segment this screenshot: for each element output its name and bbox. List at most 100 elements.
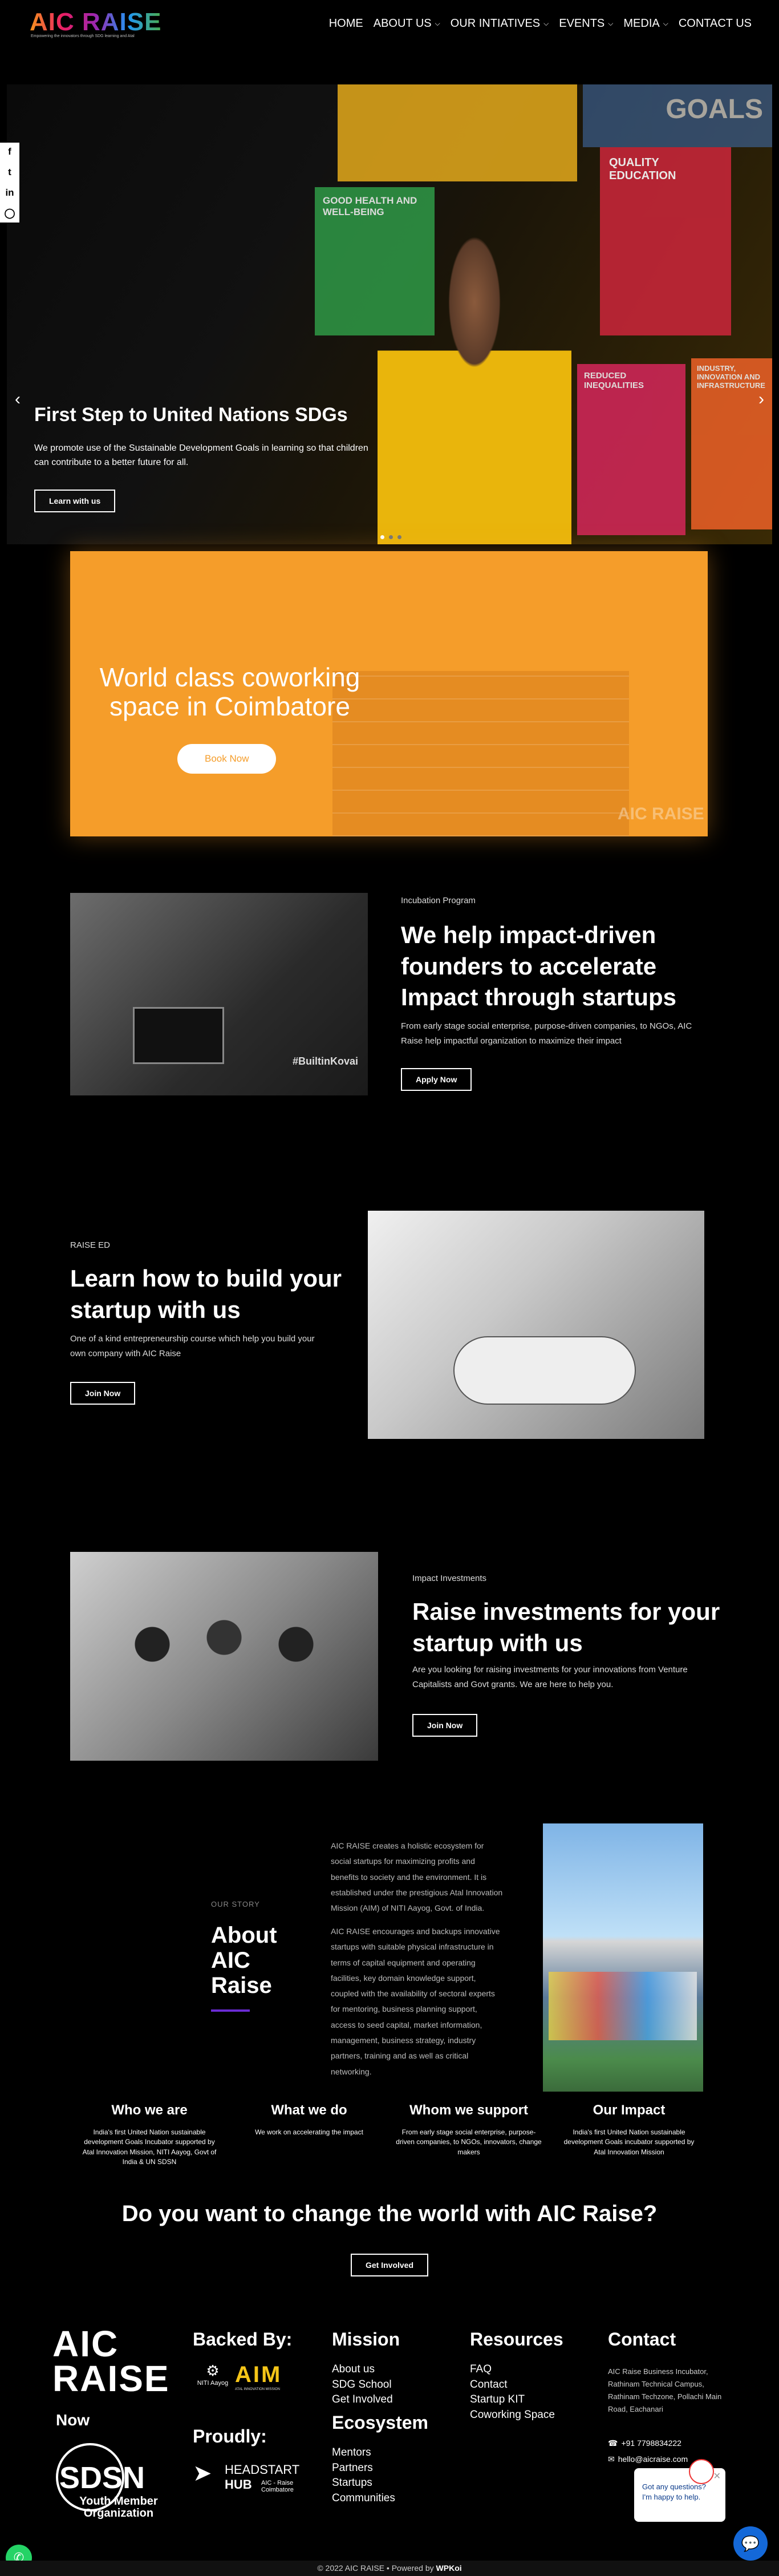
slider-dot[interactable] bbox=[380, 535, 384, 539]
who-text: From early stage social enterprise, purp… bbox=[396, 2128, 542, 2156]
nav-our-initiatives[interactable]: OUR INTIATIVES ⌵ bbox=[451, 17, 549, 30]
nav-label: MEDIA bbox=[623, 17, 660, 30]
incubation-photo: #BuiltinKovai bbox=[70, 893, 368, 1095]
story-eyebrow: OUR STORY bbox=[211, 1900, 260, 1908]
chevron-down-icon: ⌵ bbox=[608, 19, 614, 27]
join-now-button[interactable]: Join Now bbox=[70, 1382, 136, 1405]
nav-label: CONTACT US bbox=[678, 17, 752, 30]
who-text: We work on accelerating the impact bbox=[255, 2128, 363, 2136]
niti-aayog-logo: ⚙ NITI Aayog bbox=[193, 2362, 233, 2396]
story-title: About AIC Raise bbox=[211, 1923, 277, 1998]
hero-title: First Step to United Nations SDGs bbox=[34, 404, 348, 426]
hero-child-figure bbox=[378, 221, 571, 544]
raise-ed-photo bbox=[368, 1211, 704, 1439]
learn-with-us-button[interactable]: Learn with us bbox=[34, 490, 116, 512]
who-text: India's first United Nation sustainable … bbox=[563, 2128, 695, 2156]
sdsn-logo: SDSN Youth Member Organization bbox=[56, 2443, 181, 2520]
who-title: Our Impact bbox=[593, 2102, 666, 2118]
slider-dot[interactable] bbox=[389, 535, 393, 539]
footer-link-mentors[interactable]: Mentors bbox=[332, 2445, 395, 2461]
mission-heading: Mission bbox=[332, 2329, 400, 2349]
slider-next-icon[interactable]: › bbox=[758, 390, 764, 409]
aim-subtitle: ATAL INNOVATION MISSION bbox=[235, 2388, 281, 2391]
chat-launcher-icon[interactable]: 💬 bbox=[733, 2526, 768, 2561]
footer-link-faq[interactable]: FAQ bbox=[470, 2362, 555, 2377]
join-now-button[interactable]: Join Now bbox=[412, 1714, 478, 1737]
our-impact: Our Impact India's first United Nation su… bbox=[561, 2102, 697, 2157]
logo-tagline: Empowering the innovators through SDG le… bbox=[31, 34, 135, 38]
nav-label: OUR INTIATIVES bbox=[450, 17, 541, 30]
backed-by-heading: Backed By: bbox=[193, 2329, 293, 2349]
chat-avatar bbox=[689, 2459, 714, 2484]
footer-link-contact[interactable]: Contact bbox=[470, 2377, 555, 2393]
ecosystem-links: Mentors Partners Startups Communities bbox=[332, 2445, 395, 2506]
footer-link-sdg-school[interactable]: SDG School bbox=[332, 2377, 393, 2393]
powered-by-link[interactable]: WPKoi bbox=[436, 2563, 462, 2573]
nav-media[interactable]: MEDIA ⌵ bbox=[623, 17, 668, 30]
investments-title: Raise investments for your startup with … bbox=[412, 1598, 720, 1656]
raise-ed-title: Learn how to build your startup with us bbox=[70, 1265, 342, 1323]
phone-icon: ☎ bbox=[608, 2438, 618, 2448]
slider-prev-icon[interactable]: ‹ bbox=[15, 390, 21, 409]
get-involved-button[interactable]: Get Involved bbox=[351, 2254, 429, 2276]
headstart-arrow-icon: ➤ bbox=[193, 2461, 212, 2486]
footer-link-partners[interactable]: Partners bbox=[332, 2461, 395, 2476]
who-we-are: Who we are India's first United Nation su… bbox=[81, 2102, 218, 2167]
incubation-eyebrow: Incubation Program bbox=[401, 896, 476, 905]
footer-logo[interactable]: AIC RAISE bbox=[52, 2326, 178, 2397]
twitter-icon[interactable]: t bbox=[8, 167, 11, 178]
campus-photo bbox=[543, 1823, 703, 2092]
aim-logo: AIM ATAL INNOVATION MISSION bbox=[235, 2362, 309, 2396]
linkedin-icon[interactable]: in bbox=[5, 187, 14, 199]
investments-photo bbox=[70, 1552, 378, 1761]
what-we-do: What we do We work on accelerating the im… bbox=[241, 2102, 378, 2137]
nav-label: EVENTS bbox=[559, 17, 605, 30]
phone-text: +91 7798834222 bbox=[621, 2438, 681, 2448]
chevron-down-icon: ⌵ bbox=[435, 19, 440, 27]
book-now-button[interactable]: Book Now bbox=[177, 744, 277, 774]
investments-description: Are you looking for raising investments … bbox=[412, 1665, 688, 1689]
aim-mark: AIM bbox=[235, 2362, 282, 2387]
footer-link-get-involved[interactable]: Get Involved bbox=[332, 2392, 393, 2408]
nav-events[interactable]: EVENTS ⌵ bbox=[559, 17, 613, 30]
headstart-subtitle: AIC - Raise Coimbatore bbox=[261, 2480, 294, 2494]
mission-links: About us SDG School Get Involved bbox=[332, 2362, 393, 2408]
proudly-heading: Proudly: bbox=[193, 2426, 267, 2446]
contact-email[interactable]: ✉ hello@aicraise.com bbox=[608, 2454, 688, 2464]
laptop-screen bbox=[133, 1007, 224, 1064]
chat-bubble[interactable]: ✕ Got any questions? I'm happy to help. bbox=[634, 2459, 725, 2522]
headstart-hub: HUB bbox=[225, 2477, 252, 2492]
contact-phone[interactable]: ☎ +91 7798834222 bbox=[608, 2438, 681, 2448]
nav-contact-us[interactable]: CONTACT US bbox=[679, 17, 752, 30]
email-text: hello@aicraise.com bbox=[618, 2454, 688, 2464]
footer-now: Now bbox=[56, 2411, 90, 2429]
story-paragraph-1: AIC RAISE creates a holistic ecosystem f… bbox=[331, 1841, 503, 1913]
hero-description: We promote use of the Sustainable Develo… bbox=[34, 443, 368, 467]
headstart-title: HEADSTART bbox=[225, 2462, 300, 2477]
footer-link-coworking-space[interactable]: Coworking Space bbox=[470, 2408, 555, 2423]
footer-link-startup-kit[interactable]: Startup KIT bbox=[470, 2392, 555, 2408]
facebook-icon[interactable]: f bbox=[8, 146, 11, 157]
slider-dot[interactable] bbox=[397, 535, 401, 539]
close-icon[interactable]: ✕ bbox=[713, 2470, 721, 2483]
whom-we-support: Whom we support From early stage social e… bbox=[395, 2102, 543, 2157]
sdsn-subtitle: Youth Member Organization bbox=[79, 2495, 158, 2520]
sdg-cube-yellow bbox=[338, 84, 577, 181]
footer-link-communities[interactable]: Communities bbox=[332, 2491, 395, 2506]
footer-link-about-us[interactable]: About us bbox=[332, 2362, 393, 2377]
site-logo[interactable]: AIC RAISE bbox=[30, 8, 161, 37]
who-title: Who we are bbox=[111, 2102, 188, 2118]
site-header: AIC RAISE Empowering the innovators thro… bbox=[0, 0, 779, 51]
raise-ed-description: One of a kind entrepreneurship course wh… bbox=[70, 1334, 315, 1358]
instagram-icon[interactable]: ◯ bbox=[4, 208, 15, 219]
niti-label: NITI Aayog bbox=[197, 2380, 229, 2387]
footer-link-startups[interactable]: Startups bbox=[332, 2476, 395, 2491]
mail-icon: ✉ bbox=[608, 2454, 615, 2464]
nav-about-us[interactable]: ABOUT US ⌵ bbox=[374, 17, 440, 30]
slider-dots bbox=[380, 535, 401, 539]
investments-eyebrow: Impact Investments bbox=[412, 1574, 487, 1583]
sdg-cube-orange: INDUSTRY, INNOVATION AND INFRASTRUCTURE bbox=[691, 358, 772, 529]
chevron-down-icon: ⌵ bbox=[663, 19, 668, 27]
nav-home[interactable]: HOME bbox=[329, 17, 363, 30]
apply-now-button[interactable]: Apply Now bbox=[401, 1068, 472, 1091]
